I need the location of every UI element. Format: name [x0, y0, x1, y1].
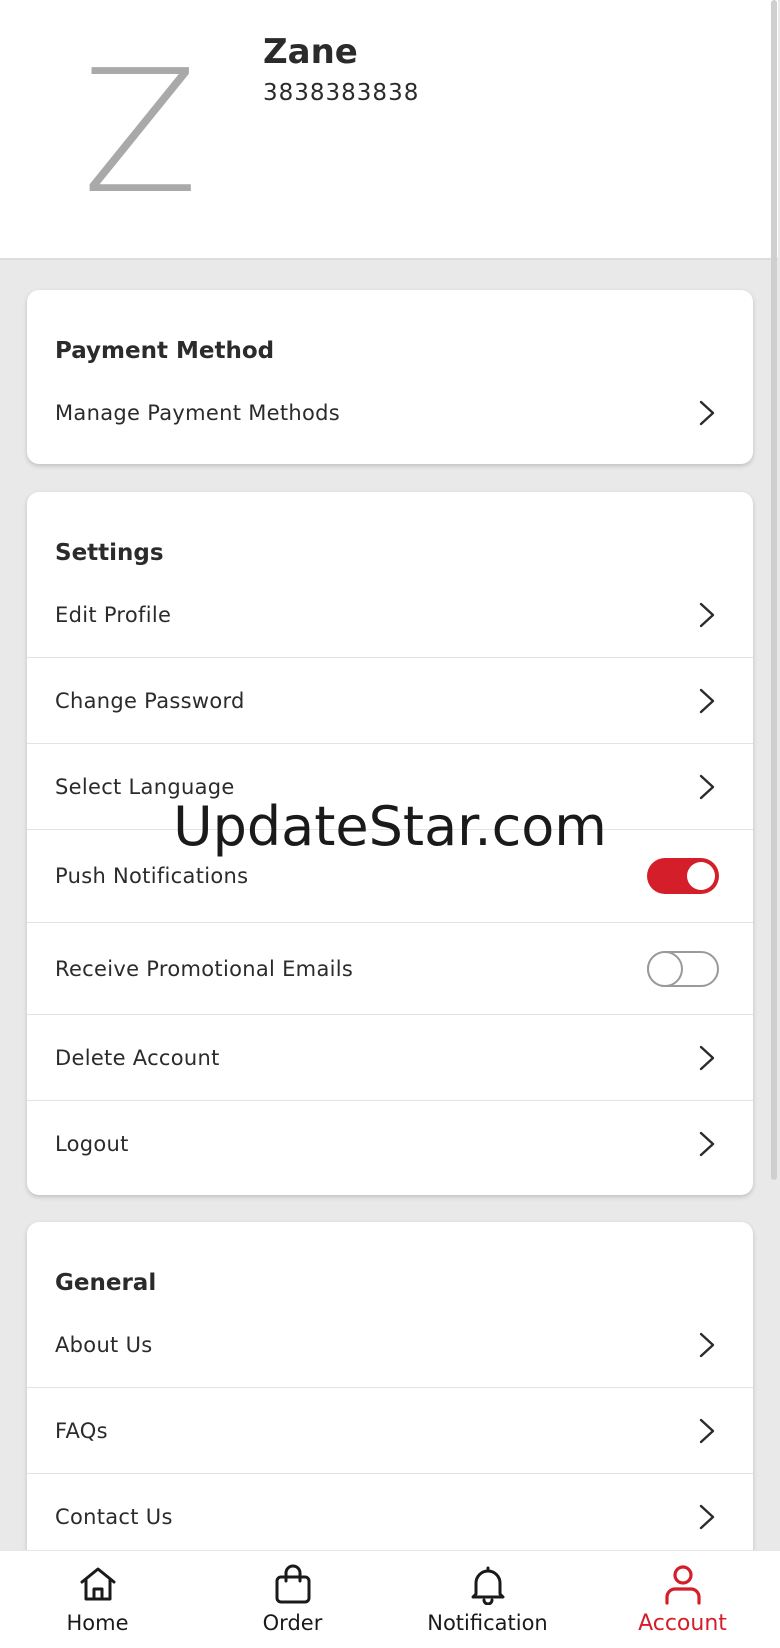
user-phone: 3838383838 [263, 80, 420, 106]
row-label: Contact Us [55, 1505, 173, 1529]
payment-method-title: Payment Method [55, 338, 275, 364]
nav-account[interactable]: Account [585, 1551, 780, 1648]
push-notifications-toggle[interactable] [647, 858, 719, 894]
toggle-knob [647, 950, 683, 987]
account-screen: Z Zane 3838383838 Payment Method Manage … [0, 0, 780, 1648]
chevron-right-icon [699, 1332, 715, 1357]
chevron-right-icon [699, 1131, 715, 1157]
row-receive-promotional-emails: Receive Promotional Emails [27, 923, 753, 1015]
chevron-right-icon [699, 774, 715, 799]
row-label: Logout [55, 1132, 129, 1156]
nav-home[interactable]: Home [0, 1551, 195, 1648]
row-faqs[interactable]: FAQs [27, 1388, 753, 1474]
chevron-right-icon [699, 1504, 715, 1530]
avatar[interactable]: Z [82, 48, 198, 218]
nav-notification[interactable]: Notification [390, 1551, 585, 1648]
row-select-language[interactable]: Select Language [27, 744, 753, 830]
row-label: Edit Profile [55, 602, 172, 627]
home-icon [80, 1567, 115, 1601]
profile-header: Z Zane 3838383838 [0, 0, 778, 260]
bottom-nav: Home Order Notification Account [0, 1550, 780, 1648]
settings-title: Settings [55, 540, 164, 566]
row-label: Push Notifications [55, 864, 249, 888]
bell-icon [471, 1566, 504, 1605]
chevron-right-icon [699, 602, 715, 627]
chevron-right-icon [699, 400, 715, 426]
nav-label: Home [66, 1611, 129, 1635]
row-logout[interactable]: Logout [27, 1101, 753, 1187]
promotional-emails-toggle[interactable] [647, 950, 719, 987]
row-change-password[interactable]: Change Password [27, 658, 753, 744]
nav-label: Account [638, 1611, 727, 1636]
chevron-right-icon [699, 1045, 715, 1070]
row-contact-us[interactable]: Contact Us [27, 1474, 753, 1560]
row-delete-account[interactable]: Delete Account [27, 1015, 753, 1101]
scrollbar[interactable] [771, 0, 777, 1180]
row-about-us[interactable]: About Us [27, 1302, 753, 1388]
settings-card: Settings Edit Profile Change Password Se… [27, 492, 753, 1195]
user-icon [664, 1565, 701, 1605]
general-title: General [55, 1270, 157, 1296]
row-label: FAQs [55, 1418, 108, 1443]
row-label: Select Language [55, 774, 235, 799]
chevron-right-icon [699, 688, 715, 713]
row-label: About Us [55, 1332, 153, 1357]
shopping-bag-icon [275, 1564, 310, 1604]
toggle-knob [687, 862, 715, 890]
user-name: Zane [263, 32, 358, 72]
nav-label: Notification [427, 1611, 548, 1635]
nav-label: Order [262, 1611, 323, 1635]
payment-method-card: Payment Method Manage Payment Methods [27, 290, 753, 464]
chevron-right-icon [699, 1418, 715, 1443]
row-label: Delete Account [55, 1045, 220, 1070]
row-label: Receive Promotional Emails [55, 956, 354, 981]
row-edit-profile[interactable]: Edit Profile [27, 572, 753, 658]
row-push-notifications: Push Notifications [27, 830, 753, 923]
row-label: Manage Payment Methods [55, 401, 341, 425]
nav-order[interactable]: Order [195, 1551, 390, 1648]
row-manage-payment-methods[interactable]: Manage Payment Methods [27, 370, 753, 456]
row-label: Change Password [55, 688, 245, 713]
